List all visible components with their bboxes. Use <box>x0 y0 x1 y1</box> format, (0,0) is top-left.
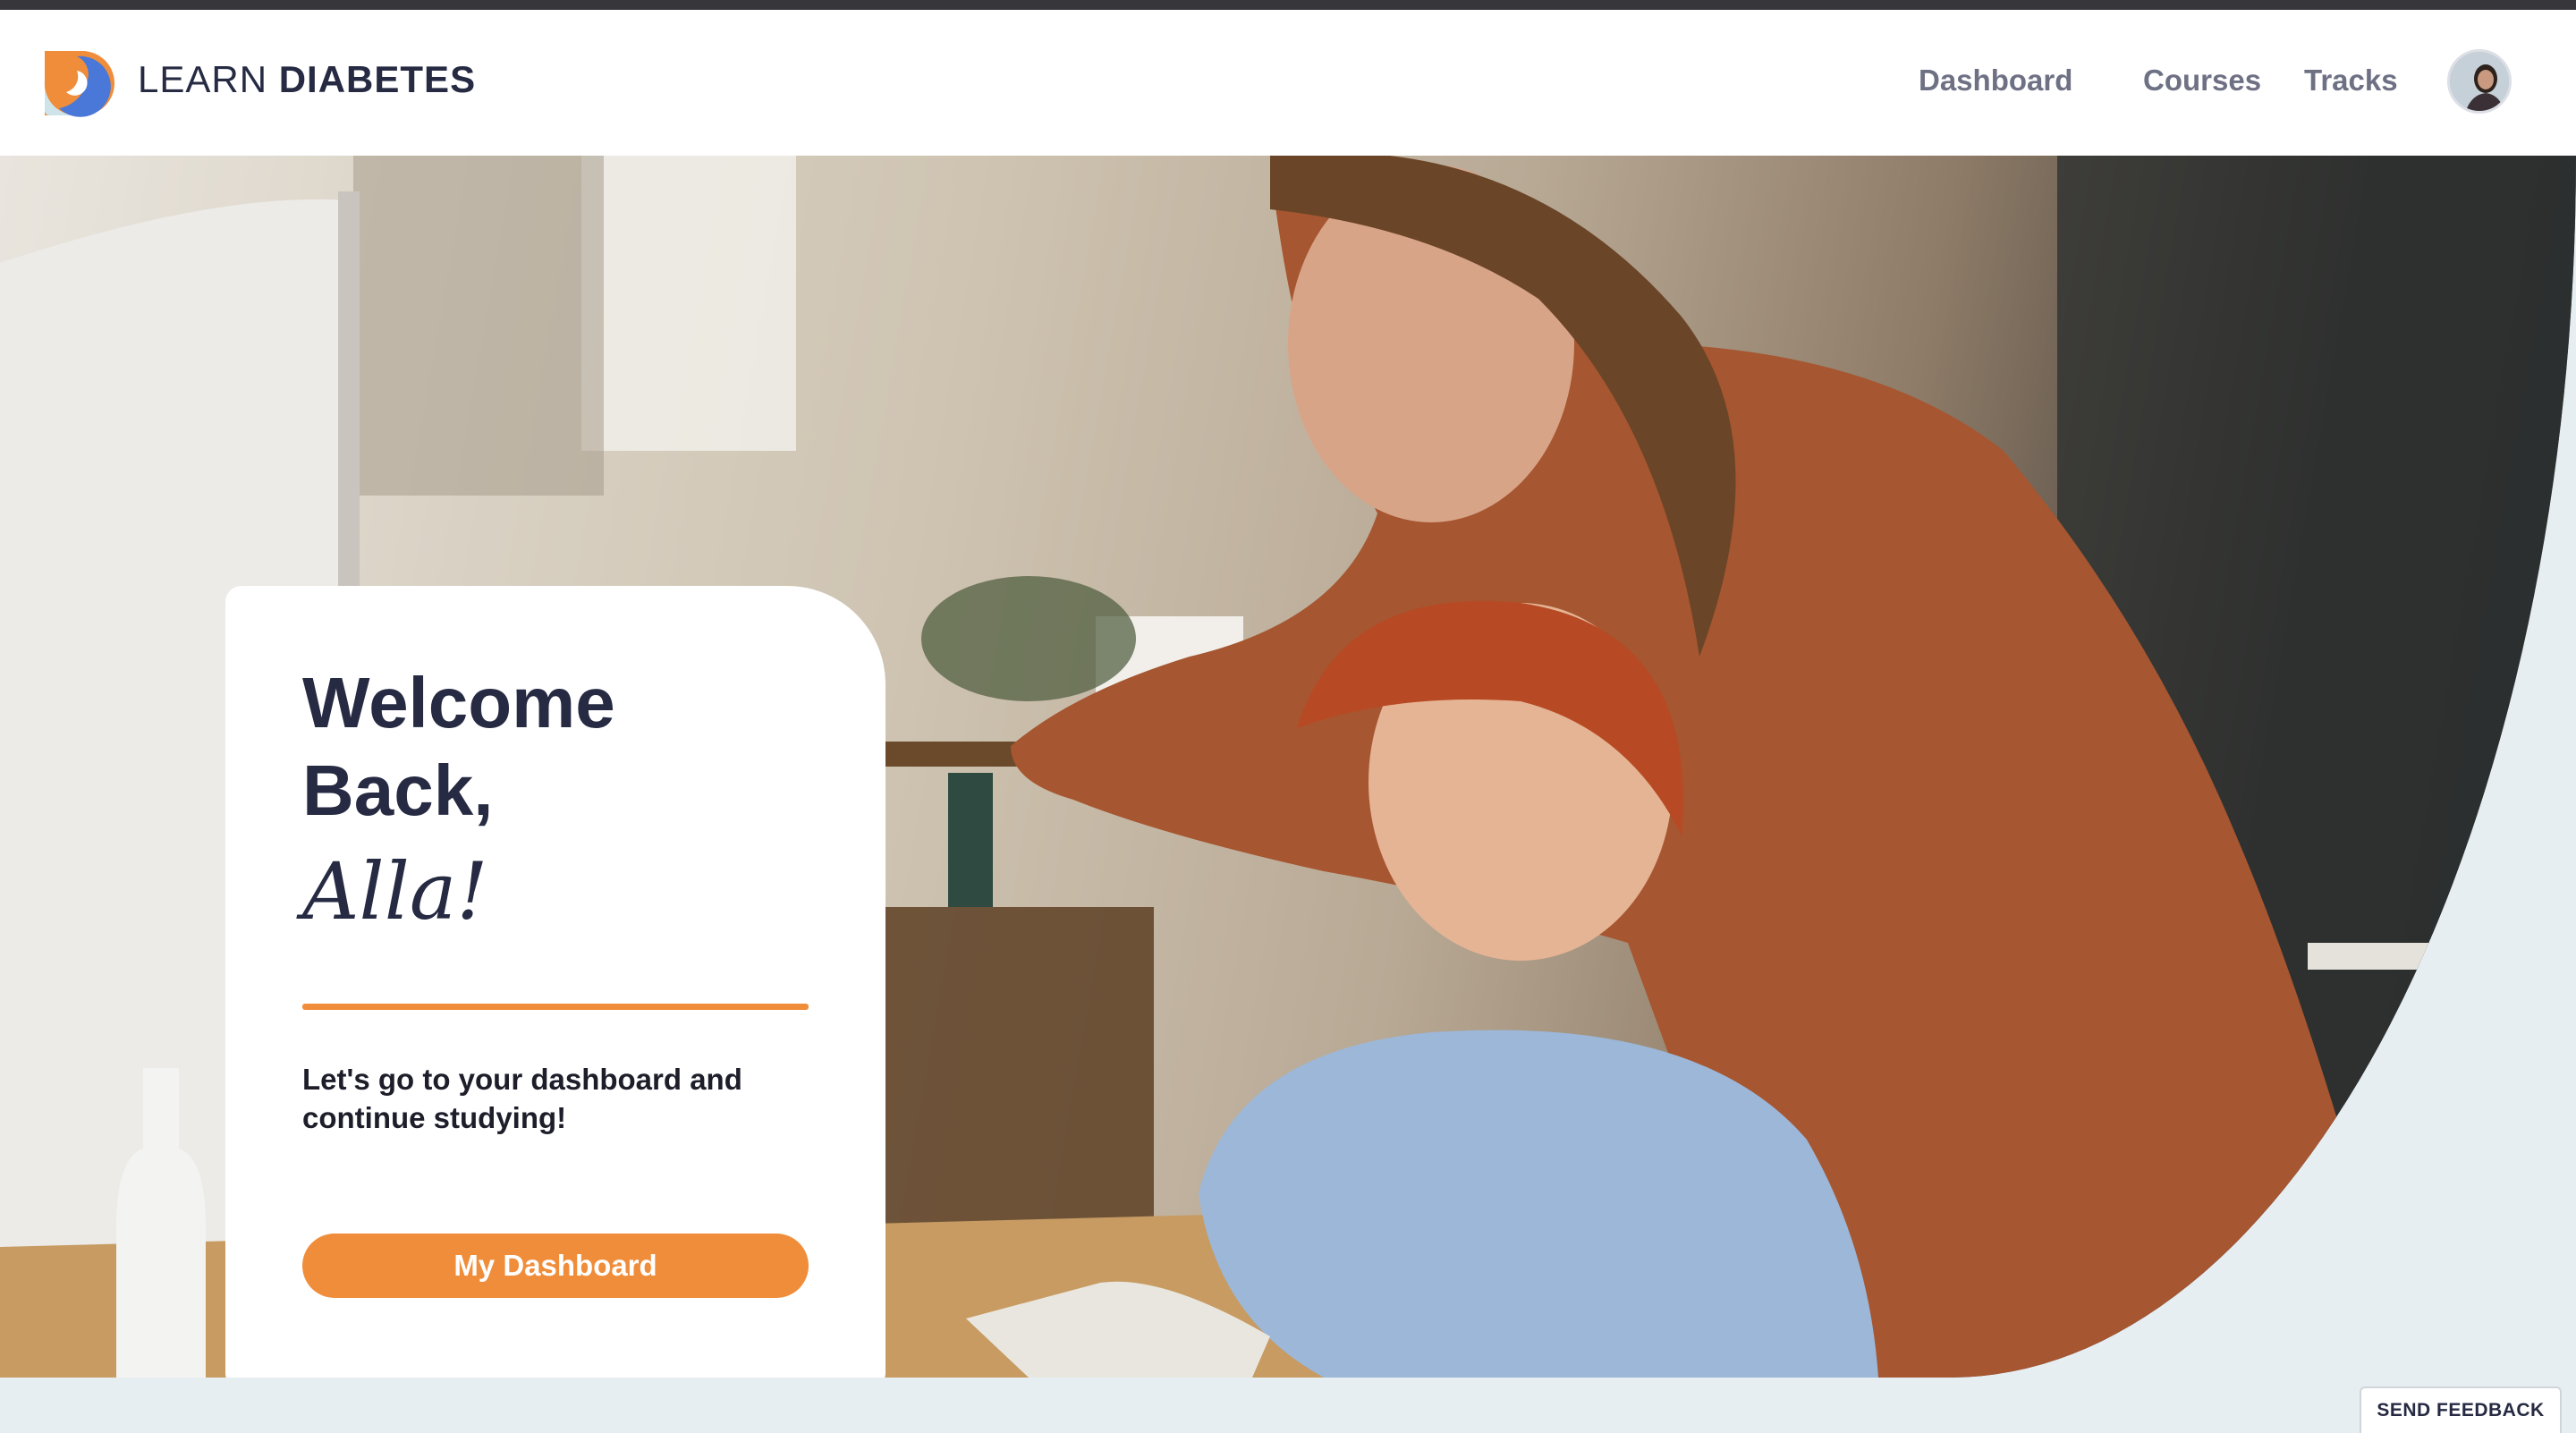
my-dashboard-button[interactable]: My Dashboard <box>302 1234 809 1298</box>
user-avatar-icon <box>2450 52 2509 111</box>
window-top-strip <box>0 0 2576 10</box>
site-header: LEARN DIABETES Dashboard Courses Tracks <box>0 10 2576 156</box>
brand-name-light: LEARN <box>138 58 279 100</box>
user-name: Alla! <box>302 845 488 937</box>
welcome-heading: Welcome Back, <box>302 663 615 830</box>
nav-dashboard-link[interactable]: Dashboard <box>1919 64 2072 98</box>
brand-name-bold: DIABETES <box>278 58 477 100</box>
brand-name[interactable]: LEARN DIABETES <box>138 58 476 101</box>
hero-image: Welcome Back, Alla! Let's go to your das… <box>0 156 2576 1378</box>
nav-courses-link[interactable]: Courses <box>2143 64 2261 98</box>
learn-diabetes-logo-icon[interactable] <box>38 44 114 121</box>
accent-divider <box>302 1004 809 1010</box>
user-avatar[interactable] <box>2447 49 2512 114</box>
send-feedback-button[interactable]: SEND FEEDBACK <box>2360 1386 2562 1433</box>
nav-tracks-link[interactable]: Tracks <box>2304 64 2398 98</box>
welcome-card: Welcome Back, Alla! Let's go to your das… <box>225 586 886 1378</box>
welcome-message: Let's go to your dashboard and continue … <box>302 1063 742 1134</box>
